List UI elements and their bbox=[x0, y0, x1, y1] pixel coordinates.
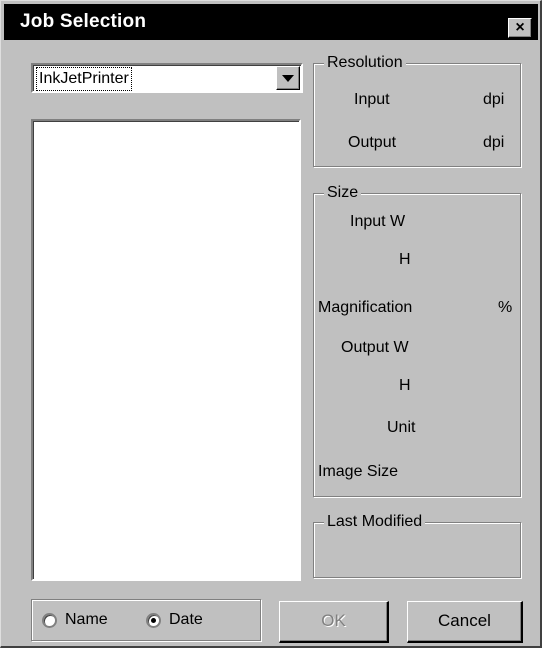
job-type-value: InkJetPrinter bbox=[36, 67, 132, 91]
unit-label: Unit bbox=[387, 419, 416, 436]
size-legend: Size bbox=[324, 183, 362, 203]
resolution-output-unit: dpi bbox=[483, 134, 505, 151]
last-modified-group: Last Modified bbox=[313, 512, 521, 578]
sort-radio-group: Name Date bbox=[31, 599, 261, 641]
sort-by-date-radio[interactable]: Date bbox=[146, 611, 203, 629]
job-selection-dialog: Job Selection × InkJetPrinter Resolution… bbox=[0, 0, 542, 648]
close-icon: × bbox=[515, 19, 525, 36]
size-group: Size Input W H Magnification % Output W … bbox=[313, 183, 521, 497]
resolution-legend: Resolution bbox=[324, 53, 406, 73]
resolution-input-unit: dpi bbox=[483, 91, 505, 108]
sort-by-date-label: Date bbox=[169, 611, 203, 628]
size-output-w-label: Output W bbox=[341, 339, 409, 356]
size-input-h-label: H bbox=[399, 251, 411, 268]
sort-by-name-radio[interactable]: Name bbox=[42, 611, 108, 629]
cancel-button[interactable]: Cancel bbox=[407, 601, 523, 643]
resolution-output-label: Output bbox=[348, 134, 397, 151]
magnification-unit: % bbox=[498, 299, 513, 316]
sort-by-name-label: Name bbox=[65, 611, 108, 628]
radio-checked-icon bbox=[146, 612, 161, 628]
close-button[interactable]: × bbox=[508, 18, 532, 38]
size-output-h-label: H bbox=[399, 377, 411, 394]
resolution-input-label: Input bbox=[354, 91, 390, 108]
last-modified-legend: Last Modified bbox=[324, 512, 426, 532]
dropdown-arrow-button[interactable] bbox=[276, 66, 300, 90]
window-title: Job Selection bbox=[20, 11, 147, 32]
title-bar: Job Selection × bbox=[4, 4, 538, 40]
resolution-group: Resolution Input dpi Output dpi bbox=[313, 53, 521, 167]
job-list[interactable] bbox=[31, 119, 301, 581]
ok-button[interactable]: OK bbox=[279, 601, 389, 643]
job-type-dropdown[interactable]: InkJetPrinter bbox=[31, 63, 303, 93]
chevron-down-icon bbox=[282, 75, 294, 82]
magnification-label: Magnification bbox=[318, 299, 413, 316]
image-size-label: Image Size bbox=[318, 463, 399, 480]
radio-unchecked-icon bbox=[42, 612, 57, 628]
size-input-w-label: Input W bbox=[350, 213, 406, 230]
